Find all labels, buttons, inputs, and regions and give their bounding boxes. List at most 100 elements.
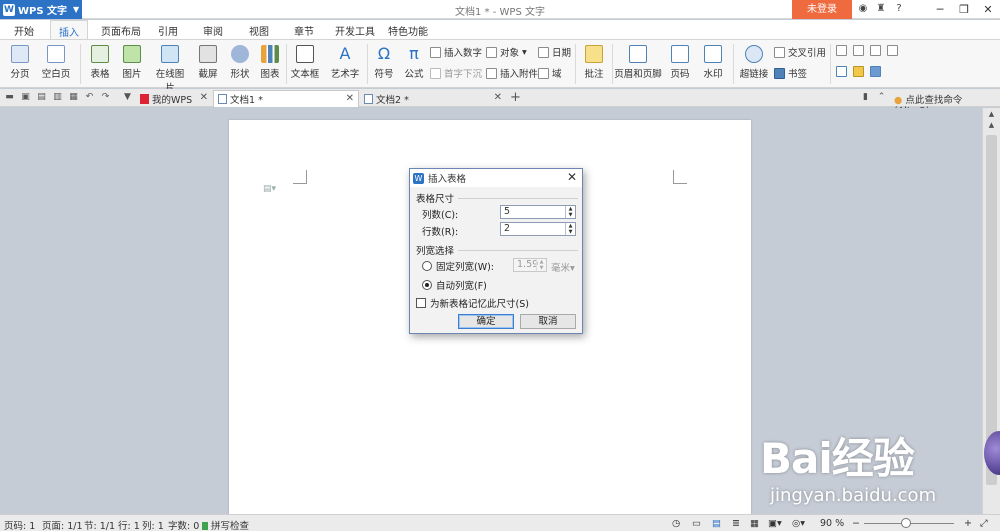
fixed-width-radio[interactable]: 固定列宽(W): xyxy=(422,259,494,273)
insert-number-button[interactable]: 插入数字 xyxy=(430,45,482,59)
chart-button[interactable]: 图表 xyxy=(258,45,282,80)
tab-references[interactable]: 引用 xyxy=(158,23,178,38)
protect-view-icon[interactable]: ▣▾ xyxy=(768,518,782,529)
date-button[interactable]: 日期 xyxy=(538,45,571,59)
tab-my-wps[interactable]: 我的WPS ✕ xyxy=(136,90,212,107)
minimize-button[interactable]: ─ xyxy=(928,0,952,19)
tab-home[interactable]: 开始 xyxy=(14,23,34,38)
drop-cap-button[interactable]: 首字下沉 xyxy=(430,66,482,80)
insert-attachment-button[interactable]: 插入附件 xyxy=(486,66,538,80)
screenshot-button[interactable]: 截屏 xyxy=(194,45,222,80)
auto-width-radio[interactable]: 自动列宽(F) xyxy=(422,278,487,292)
form-frame-icon[interactable] xyxy=(836,66,847,77)
spin-arrows-icon: ▲ ▼ xyxy=(536,259,546,271)
print-preview-icon[interactable]: ▤ xyxy=(36,92,47,103)
tab-insert[interactable]: 插入 xyxy=(50,20,88,39)
tab-special[interactable]: 特色功能 xyxy=(388,23,428,38)
lock-icon[interactable] xyxy=(870,66,881,77)
page-view-icon[interactable]: ▤ xyxy=(712,518,721,529)
close-tab-icon[interactable]: ✕ xyxy=(200,92,208,103)
customize-icon[interactable]: ▼ xyxy=(122,92,133,103)
tab-review[interactable]: 审阅 xyxy=(203,23,223,38)
paragraph-mark-icon[interactable]: ▤▾ xyxy=(263,184,276,194)
form-button-icon[interactable] xyxy=(887,45,898,56)
print-icon[interactable]: ▦ xyxy=(68,92,79,103)
cross-reference-button[interactable]: 交叉引用 xyxy=(774,45,826,59)
tab-document-2[interactable]: 文档2 * ✕ xyxy=(360,90,506,107)
bookmark-button[interactable]: 书签 xyxy=(774,66,807,80)
table-button[interactable]: 表格 xyxy=(86,45,114,80)
shape-button[interactable]: 形状 xyxy=(226,45,254,80)
wordart-button[interactable]: A 艺术字 xyxy=(328,45,362,81)
spin-arrows-icon[interactable]: ▲ ▼ xyxy=(565,206,575,218)
zoom-in-icon[interactable]: + xyxy=(964,518,972,529)
tab-view[interactable]: 视图 xyxy=(249,23,269,38)
blank-page-button[interactable]: 空白页 xyxy=(39,45,73,80)
page-number-button[interactable]: 页码 xyxy=(666,45,694,80)
reading-mode-icon[interactable]: ◷ xyxy=(672,518,680,529)
skin-icon[interactable]: ◉ xyxy=(856,2,870,16)
radio-off[interactable] xyxy=(422,261,432,271)
open-icon[interactable]: ▬ xyxy=(4,92,15,103)
eraser-icon[interactable] xyxy=(853,66,864,77)
online-picture-button[interactable]: 在线图片 xyxy=(152,45,188,94)
save-icon[interactable]: ▣ xyxy=(20,92,31,103)
fit-page-icon[interactable]: ⤢ xyxy=(980,518,988,529)
zoom-level[interactable]: 90 % xyxy=(820,518,844,529)
minimize-ribbon-icon[interactable]: ⌃ xyxy=(876,92,887,103)
close-button[interactable]: ✕ xyxy=(976,0,1000,19)
picture-button[interactable]: 图片 xyxy=(118,45,146,80)
object-button[interactable]: 对象 ▾ xyxy=(486,45,527,59)
tab-developer[interactable]: 开发工具 xyxy=(335,23,375,38)
close-tab-icon[interactable]: ✕ xyxy=(494,92,502,103)
help-icon[interactable]: ? xyxy=(892,2,906,16)
columns-stepper[interactable]: 5 ▲ ▼ xyxy=(500,205,576,219)
login-button[interactable]: 未登录 xyxy=(792,0,852,19)
undo-icon[interactable]: ↶ xyxy=(84,92,95,103)
rows-stepper[interactable]: 2 ▲ ▼ xyxy=(500,222,576,236)
spell-check-toggle[interactable]: 拼写检查 xyxy=(202,518,249,531)
zoom-slider-handle[interactable] xyxy=(901,518,911,528)
form-combo-icon[interactable] xyxy=(870,45,881,56)
redo-icon[interactable]: ↷ xyxy=(100,92,111,103)
form-listbox-icon[interactable] xyxy=(853,45,864,56)
textbox-button[interactable]: 文本框 xyxy=(288,45,322,80)
status-word-count[interactable]: 字数: 0 xyxy=(168,518,199,531)
ok-button[interactable]: 确定 xyxy=(458,314,514,329)
app-menu-button[interactable]: W WPS 文字 ▼ xyxy=(0,0,82,19)
close-icon[interactable]: ✕ xyxy=(567,170,577,184)
scroll-up-icon[interactable]: ▲ xyxy=(983,110,1000,120)
export-pdf-icon[interactable]: ▥ xyxy=(52,92,63,103)
watermark-button[interactable]: 水印 xyxy=(698,45,728,80)
spin-arrows-icon[interactable]: ▲ ▼ xyxy=(565,223,575,235)
outline-view-icon[interactable]: ≣ xyxy=(732,518,740,529)
shirt-icon[interactable]: ♜ xyxy=(874,2,888,16)
restore-button[interactable]: ❐ xyxy=(952,0,976,19)
checkbox-box[interactable] xyxy=(416,298,426,308)
symbol-button[interactable]: Ω 符号 xyxy=(370,45,398,81)
zoom-out-icon[interactable]: − xyxy=(852,518,860,529)
tab-chapter[interactable]: 章节 xyxy=(294,23,314,38)
field-button[interactable]: 域 xyxy=(538,66,562,80)
remember-size-checkbox[interactable]: 为新表格记忆此尺寸(S) xyxy=(416,296,529,310)
status-section: 节: 1/1 xyxy=(84,521,116,531)
web-view-icon[interactable]: ▦ xyxy=(750,518,759,529)
tab-page-layout[interactable]: 页面布局 xyxy=(101,23,141,38)
formula-button[interactable]: π 公式 xyxy=(402,45,426,81)
radio-on[interactable] xyxy=(422,280,432,290)
page-break-button[interactable]: 分页 xyxy=(6,45,34,80)
hyperlink-button[interactable]: 超链接 xyxy=(738,45,770,80)
close-tab-icon[interactable]: ✕ xyxy=(346,93,354,104)
tab-document-1[interactable]: 文档1 * ✕ xyxy=(213,90,359,107)
new-tab-icon[interactable]: + xyxy=(510,91,521,104)
fixed-width-input[interactable]: 1.59 ▲ ▼ xyxy=(513,258,547,272)
scroll-up-icon[interactable]: ▲ xyxy=(983,121,1000,131)
form-checkbox-icon[interactable] xyxy=(836,45,847,56)
vertical-scrollbar[interactable]: ▲ ▲ xyxy=(982,108,1000,514)
full-screen-icon[interactable]: ▭ xyxy=(692,518,701,529)
cancel-button[interactable]: 取消 xyxy=(520,314,576,329)
comment-button[interactable]: 批注 xyxy=(580,45,608,80)
backup-icon[interactable]: ▮ xyxy=(860,92,871,103)
location-icon[interactable]: ◎▾ xyxy=(792,518,805,529)
header-footer-button[interactable]: 页眉和页脚 xyxy=(614,45,662,80)
